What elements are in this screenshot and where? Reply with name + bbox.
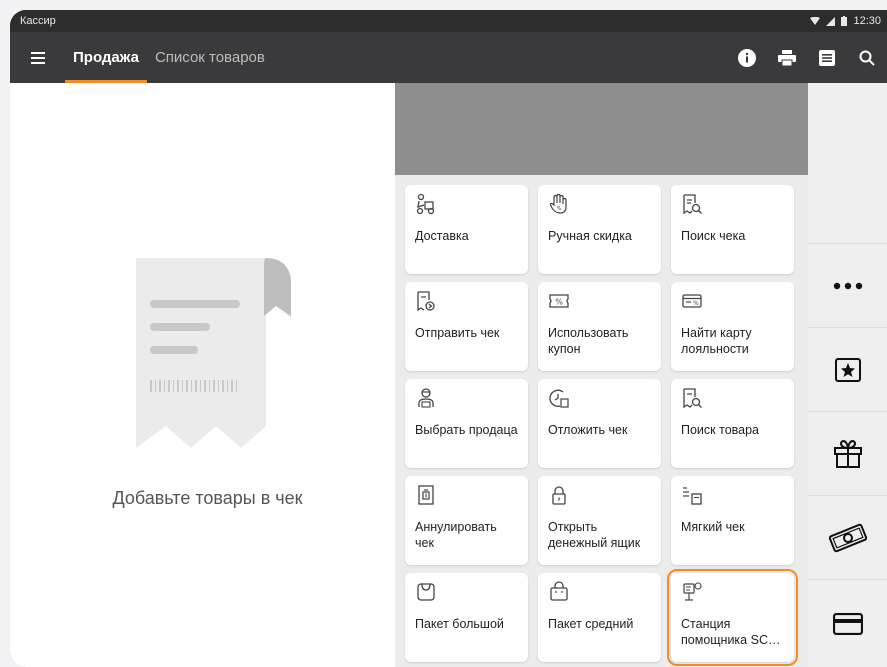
receipt-search-icon — [683, 194, 702, 215]
info-icon[interactable] — [727, 32, 767, 83]
tile-delivery[interactable]: Доставка — [405, 185, 528, 274]
tile-label: Аннулировать чек — [415, 520, 497, 550]
postpone-icon — [549, 389, 569, 408]
tab-sale[interactable]: Продажа — [65, 32, 147, 83]
coupon-icon: % — [549, 294, 569, 308]
status-app-name: Кассир — [20, 15, 56, 27]
product-search-icon — [683, 388, 702, 409]
tile-assistant-station[interactable]: Станция помощника SC… — [667, 569, 798, 666]
receipt-panel: Добавьте товары в чек — [10, 83, 395, 667]
document-list-icon[interactable] — [807, 32, 847, 83]
tile-label: Станция помощника SC… — [681, 617, 781, 647]
search-icon[interactable] — [847, 32, 887, 83]
device-frame: Кассир 12:30 Продажа Список товаров Доба… — [10, 10, 887, 667]
cash-icon[interactable] — [808, 495, 887, 579]
tile-label: Пакет большой — [415, 617, 504, 631]
empty-receipt-icon — [136, 258, 291, 448]
soft-receipt-icon — [683, 487, 702, 505]
tile-use-coupon[interactable]: % Использовать купон — [538, 282, 661, 371]
tile-bag-medium[interactable]: Пакет средний — [538, 573, 661, 662]
status-bar: Кассир 12:30 — [10, 10, 887, 32]
assistant-station-icon — [683, 582, 702, 601]
tile-label: Выбрать продаца — [415, 423, 518, 437]
wifi-icon — [810, 16, 821, 25]
tile-open-cash-drawer[interactable]: Открыть денежный ящик — [538, 476, 661, 565]
tile-select-seller[interactable]: Выбрать продаца — [405, 379, 528, 468]
tile-soft-receipt[interactable]: Мягкий чек — [671, 476, 794, 565]
tile-label: Отправить чек — [415, 326, 500, 340]
bag-large-icon — [417, 583, 435, 601]
delivery-icon — [416, 193, 435, 215]
tile-send-receipt[interactable]: Отправить чек — [405, 282, 528, 371]
app-bar: Продажа Список товаров — [10, 32, 887, 83]
tile-loyalty-card[interactable]: % Найти карту лояльности — [671, 282, 794, 371]
svg-text:%: % — [693, 300, 699, 307]
svg-text:%: % — [555, 298, 563, 307]
empty-cart-message: Добавьте товары в чек — [112, 488, 303, 508]
cancel-receipt-icon — [418, 485, 434, 505]
tile-bag-large[interactable]: Пакет большой — [405, 573, 528, 662]
right-rail — [808, 83, 887, 667]
bag-medium-icon — [550, 581, 568, 601]
quick-actions-grid: Доставка % Ручная скидка Поиск чека Отпр… — [395, 175, 808, 667]
lock-icon — [552, 486, 566, 505]
tile-label: Мягкий чек — [681, 520, 745, 534]
promo-banner — [395, 83, 808, 175]
tile-receipt-search[interactable]: Поиск чека — [671, 185, 794, 274]
tile-label: Поиск товара — [681, 423, 760, 437]
system-tray: 12:30 — [810, 15, 881, 27]
tile-label: Найти карту лояльности — [681, 326, 752, 356]
tile-label: Доставка — [415, 229, 469, 243]
card-icon[interactable] — [808, 579, 887, 667]
tab-product-list[interactable]: Список товаров — [147, 32, 273, 83]
send-receipt-icon — [417, 291, 435, 312]
tile-product-search[interactable]: Поиск товара — [671, 379, 794, 468]
tile-postpone-receipt[interactable]: Отложить чек — [538, 379, 661, 468]
more-icon[interactable] — [808, 243, 887, 327]
printer-icon[interactable] — [767, 32, 807, 83]
tile-label: Использовать купон — [548, 326, 629, 356]
loyalty-card-icon: % — [682, 294, 702, 308]
hamburger-menu-icon[interactable] — [10, 32, 65, 83]
tile-label: Отложить чек — [548, 423, 628, 437]
tile-cancel-receipt[interactable]: Аннулировать чек — [405, 476, 528, 565]
tile-manual-discount[interactable]: % Ручная скидка — [538, 185, 661, 274]
tile-label: Пакет средний — [548, 617, 634, 631]
battery-icon — [841, 16, 848, 26]
gift-icon[interactable] — [808, 411, 887, 495]
main-content: Добавьте товары в чек Доставка % Ручная … — [10, 83, 887, 667]
tile-label: Открыть денежный ящик — [548, 520, 641, 550]
svg-text:%: % — [557, 206, 562, 212]
hand-discount-icon: % — [549, 193, 567, 214]
signal-icon — [826, 16, 836, 26]
seller-icon — [418, 388, 434, 408]
tile-label: Ручная скидка — [548, 229, 632, 243]
tile-label: Поиск чека — [681, 229, 746, 243]
status-time: 12:30 — [853, 15, 881, 27]
favorites-icon[interactable] — [808, 327, 887, 411]
